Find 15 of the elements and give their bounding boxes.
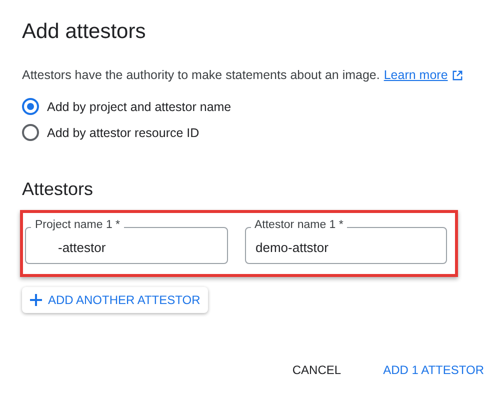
radio-label: Add by attestor resource ID <box>47 126 200 140</box>
external-link-icon <box>452 70 463 80</box>
field-label: Attestor name 1 * <box>250 219 348 231</box>
section-heading: Attestors <box>22 179 94 200</box>
field-label: Project name 1 * <box>31 219 124 231</box>
dialog-title: Add attestors <box>22 20 147 44</box>
learn-more-link[interactable]: Learn more <box>384 68 448 82</box>
add-attestor-button[interactable]: ADD ANOTHER ATTESTOR <box>22 287 208 313</box>
radio-button[interactable] <box>22 124 39 141</box>
confirm-button[interactable]: ADD 1 ATTESTOR <box>373 357 494 383</box>
description: Attestors have the authority to make statements about an image. <box>22 68 380 82</box>
radio-button[interactable] <box>22 98 39 115</box>
radio-label: Add by project and attestor name <box>47 100 232 114</box>
cancel-button[interactable]: CANCEL <box>282 357 352 383</box>
plus-icon <box>30 294 42 306</box>
